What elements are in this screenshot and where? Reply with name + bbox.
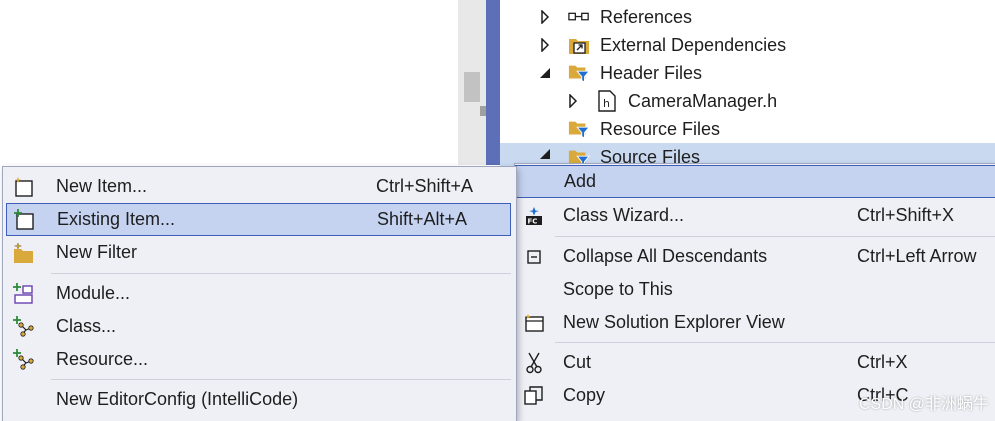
menu-item-collapse-all[interactable]: Collapse All Descendants Ctrl+Left Arrow <box>515 240 995 273</box>
submenu-item-existing-item[interactable]: Existing Item... Shift+Alt+A <box>6 203 511 236</box>
tree-item-cameramanager-h[interactable]: h CameraManager.h <box>566 87 777 115</box>
menu-item-cut[interactable]: Cut Ctrl+X <box>515 346 995 379</box>
module-icon <box>12 282 34 305</box>
menu-item-add[interactable]: Add <box>515 165 995 198</box>
menu-item-shortcut: Ctrl+Left Arrow <box>857 246 977 266</box>
new-item-icon <box>12 176 34 198</box>
class-icon <box>12 315 34 338</box>
tree-item-label: CameraManager.h <box>628 90 778 111</box>
menu-item-label: Resource... <box>56 349 149 369</box>
tree-item-label: References <box>600 6 693 27</box>
menu-item-label: Scope to This <box>563 279 673 299</box>
menu-item-label: Copy <box>563 385 606 405</box>
menu-separator <box>51 273 511 274</box>
references-icon <box>568 6 590 28</box>
menu-item-label: Module... <box>56 283 131 303</box>
copy-icon <box>523 385 545 407</box>
tree-item-resource-files[interactable]: Resource Files <box>538 115 720 143</box>
menu-item-label: Add <box>564 171 597 191</box>
submenu-item-class[interactable]: Class... <box>6 310 511 343</box>
menu-item-shortcut: Ctrl+X <box>857 352 908 372</box>
menu-item-scope-to-this[interactable]: Scope to This <box>515 273 995 306</box>
external-dependencies-icon <box>568 34 590 56</box>
new-view-icon <box>523 312 545 334</box>
submenu-item-resource[interactable]: Resource... <box>6 343 511 376</box>
existing-item-icon <box>13 208 35 231</box>
menu-item-label: Cut <box>563 352 592 372</box>
header-file-icon: h <box>596 90 618 112</box>
pane-splitter[interactable] <box>486 0 500 165</box>
submenu-item-module[interactable]: Module... <box>6 277 511 310</box>
tree-item-references[interactable]: References <box>538 3 692 31</box>
menu-item-label: Class Wizard... <box>563 205 685 225</box>
menu-item-class-wizard[interactable]: FC Class Wizard... Ctrl+Shift+X <box>515 199 995 232</box>
menu-item-label: Class... <box>56 316 117 336</box>
menu-item-label: New EditorConfig (IntelliCode) <box>56 389 299 409</box>
menu-item-new-solution-explorer-view[interactable]: New Solution Explorer View <box>515 306 995 339</box>
menu-item-shortcut: Ctrl+Shift+A <box>376 176 474 196</box>
filter-folder-icon <box>568 118 590 140</box>
expand-arrow-icon[interactable] <box>566 94 580 108</box>
watermark: CSDN @非洲蜗牛 <box>858 396 989 413</box>
submenu-item-new-item[interactable]: New Item... Ctrl+Shift+A <box>6 170 511 203</box>
add-submenu: New Item... Ctrl+Shift+A Existing Item..… <box>2 166 517 421</box>
filter-folder-icon <box>568 62 590 84</box>
collapse-arrow-icon[interactable] <box>538 66 552 80</box>
menu-item-label: New Item... <box>56 176 148 196</box>
submenu-item-new-filter[interactable]: New Filter <box>6 236 511 269</box>
menu-item-label: New Solution Explorer View <box>563 312 785 332</box>
class-wizard-icon: FC <box>523 205 545 227</box>
svg-text:h: h <box>603 97 610 110</box>
new-filter-icon <box>12 241 34 264</box>
tree-item-label: External Dependencies <box>600 34 787 55</box>
context-menu: Add FC Class Wizard... Ctrl+Shift+X Coll… <box>514 163 995 421</box>
collapse-icon <box>523 246 545 268</box>
expand-arrow-icon[interactable] <box>538 10 552 24</box>
tree-item-label: Resource Files <box>600 118 721 139</box>
resource-icon <box>12 348 34 371</box>
menu-separator <box>555 236 995 237</box>
expand-arrow-icon[interactable] <box>538 38 552 52</box>
tree-item-header-files[interactable]: Header Files <box>538 59 702 87</box>
menu-item-label: Collapse All Descendants <box>563 246 768 266</box>
no-arrow <box>538 122 552 136</box>
svg-text:FC: FC <box>528 217 538 225</box>
menu-separator <box>51 379 511 380</box>
submenu-item-new-editorconfig[interactable]: New EditorConfig (IntelliCode) <box>6 383 511 416</box>
editor-scrollbar-thumb[interactable] <box>464 72 480 102</box>
scissors-icon <box>523 352 545 374</box>
menu-item-label: New Filter <box>56 242 138 262</box>
collapse-arrow-icon[interactable] <box>538 147 552 161</box>
menu-item-shortcut: Ctrl+Shift+X <box>857 205 955 225</box>
menu-separator <box>555 342 995 343</box>
editor-area[interactable] <box>0 0 458 165</box>
tree-item-label: Header Files <box>600 62 703 83</box>
menu-item-shortcut: Shift+Alt+A <box>377 209 468 229</box>
menu-item-label: Existing Item... <box>57 209 176 229</box>
tree-item-external-dependencies[interactable]: External Dependencies <box>538 31 786 59</box>
